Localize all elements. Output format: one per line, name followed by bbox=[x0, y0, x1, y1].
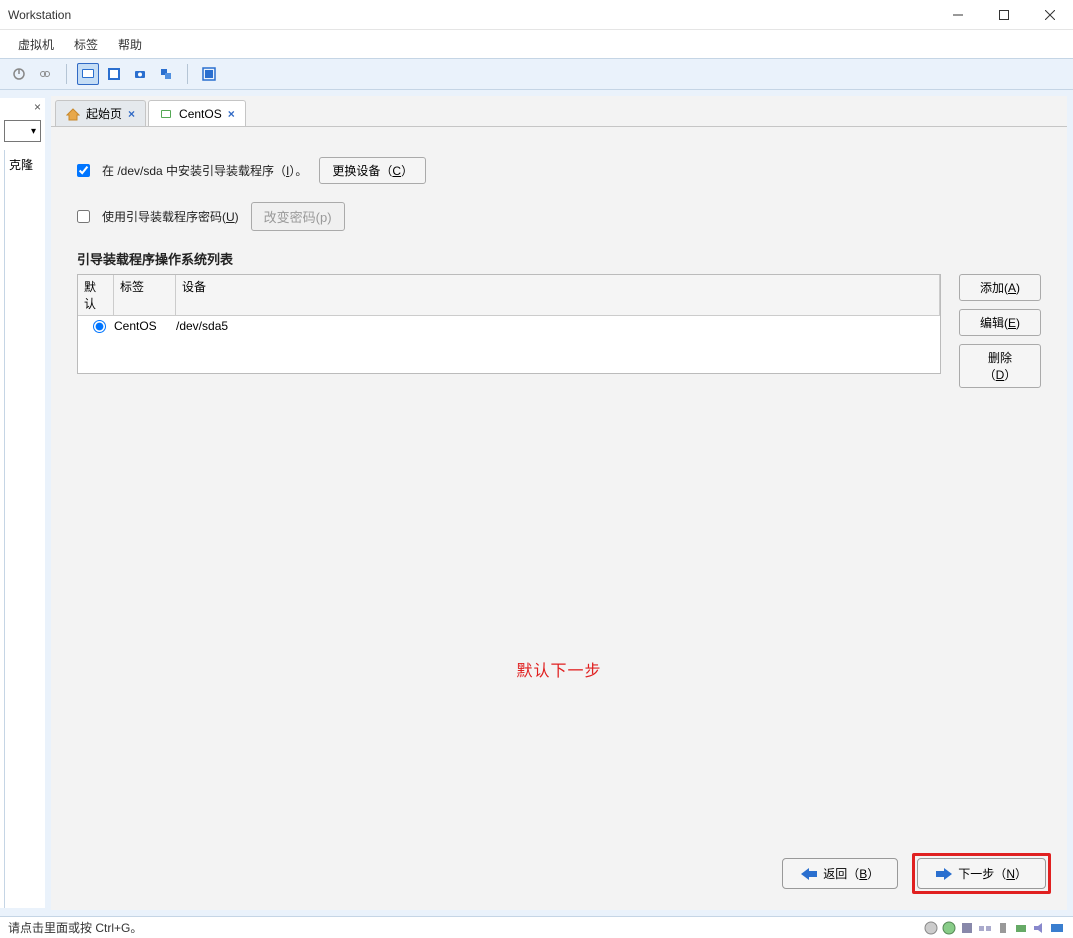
snapshot-icon bbox=[133, 67, 147, 81]
connect-icon bbox=[38, 67, 52, 81]
message-icon[interactable] bbox=[1049, 920, 1065, 936]
nav-buttons: 返回（B） 下一步（N） bbox=[782, 853, 1051, 894]
annotation-text: 默认下一步 bbox=[51, 657, 1067, 681]
menu-tabs[interactable]: 标签 bbox=[64, 34, 108, 55]
connect-button[interactable] bbox=[34, 63, 56, 85]
menubar: 虚拟机 标签 帮助 bbox=[0, 30, 1073, 58]
row-default-radio[interactable] bbox=[84, 320, 114, 333]
separator bbox=[66, 64, 67, 84]
row-label: CentOS bbox=[114, 319, 176, 333]
back-button[interactable]: 返回（B） bbox=[782, 858, 898, 889]
next-button[interactable]: 下一步（N） bbox=[917, 858, 1046, 889]
use-password-checkbox[interactable] bbox=[77, 210, 90, 223]
cdrom-icon[interactable] bbox=[941, 920, 957, 936]
menu-help[interactable]: 帮助 bbox=[108, 34, 152, 55]
col-label[interactable]: 标签 bbox=[114, 275, 176, 315]
library-tree: 克隆 bbox=[4, 150, 45, 908]
minimize-icon bbox=[953, 10, 963, 20]
table-row[interactable]: CentOS /dev/sda5 bbox=[78, 316, 940, 336]
window-title: Workstation bbox=[8, 8, 71, 22]
sound-icon[interactable] bbox=[1031, 920, 1047, 936]
view-console-button[interactable] bbox=[77, 63, 99, 85]
toolbar bbox=[0, 58, 1073, 90]
fullscreen-icon bbox=[202, 67, 216, 81]
menu-vm[interactable]: 虚拟机 bbox=[8, 34, 64, 55]
next-highlight: 下一步（N） bbox=[912, 853, 1051, 894]
install-bootloader-row: 在 /dev/sda 中安装引导装载程序（I）。 更换设备（C） bbox=[77, 157, 1041, 184]
tab-label: CentOS bbox=[179, 107, 222, 121]
tree-item-clone[interactable]: 克隆 bbox=[7, 154, 43, 175]
home-icon bbox=[66, 107, 80, 121]
status-text: 请点击里面或按 Ctrl+G。 bbox=[8, 919, 142, 936]
console-icon bbox=[81, 67, 95, 81]
installer-content: 在 /dev/sda 中安装引导装载程序（I）。 更换设备（C） 使用引导装载程… bbox=[51, 126, 1067, 910]
install-bootloader-label: 在 /dev/sda 中安装引导装载程序（I）。 bbox=[102, 162, 307, 179]
network-icon[interactable] bbox=[977, 920, 993, 936]
tab-strip: 起始页 × CentOS × bbox=[51, 96, 1067, 126]
arrow-left-icon bbox=[801, 868, 817, 880]
power-toggle-button[interactable] bbox=[8, 63, 30, 85]
floppy-icon[interactable] bbox=[959, 920, 975, 936]
close-icon bbox=[1045, 10, 1055, 20]
install-bootloader-checkbox[interactable] bbox=[77, 164, 90, 177]
change-device-button[interactable]: 更换设备（C） bbox=[319, 157, 426, 184]
power-icon bbox=[12, 67, 26, 81]
maximize-button[interactable] bbox=[981, 0, 1027, 30]
unity-icon bbox=[107, 67, 121, 81]
status-icons bbox=[923, 920, 1065, 936]
workspace: × ▾ 克隆 起始页 × CentOS × 在 /dev/sda 中安装引导装载… bbox=[0, 90, 1073, 916]
tab-centos[interactable]: CentOS × bbox=[148, 100, 246, 126]
use-password-row: 使用引导装载程序密码(U) 改变密码(p) bbox=[77, 202, 1041, 231]
use-password-label: 使用引导装载程序密码(U) bbox=[102, 208, 239, 225]
change-password-button: 改变密码(p) bbox=[251, 202, 345, 231]
col-device[interactable]: 设备 bbox=[176, 275, 940, 315]
tab-label: 起始页 bbox=[86, 105, 122, 122]
os-list-wrap: 默认 标签 设备 CentOS /dev/sda5 添加(A) bbox=[77, 274, 1041, 388]
view-unity-button[interactable] bbox=[103, 63, 125, 85]
usb-icon[interactable] bbox=[995, 920, 1011, 936]
close-button[interactable] bbox=[1027, 0, 1073, 30]
vm-icon bbox=[159, 107, 173, 121]
tab-home[interactable]: 起始页 × bbox=[55, 100, 146, 126]
table-side-buttons: 添加(A) 编辑(E) 删除（D） bbox=[959, 274, 1041, 388]
col-default[interactable]: 默认 bbox=[78, 275, 114, 315]
table-header: 默认 标签 设备 bbox=[78, 275, 940, 316]
library-combo[interactable]: ▾ bbox=[4, 120, 41, 142]
snapshot-button[interactable] bbox=[129, 63, 151, 85]
tab-close-icon[interactable]: × bbox=[228, 107, 235, 121]
window-titlebar: Workstation bbox=[0, 0, 1073, 30]
snapshot-manager-icon bbox=[159, 67, 173, 81]
arrow-right-icon bbox=[936, 868, 952, 880]
separator bbox=[187, 64, 188, 84]
disk-icon[interactable] bbox=[923, 920, 939, 936]
window-controls bbox=[935, 0, 1073, 30]
printer-icon[interactable] bbox=[1013, 920, 1029, 936]
edit-button[interactable]: 编辑(E) bbox=[959, 309, 1041, 336]
minimize-button[interactable] bbox=[935, 0, 981, 30]
statusbar: 请点击里面或按 Ctrl+G。 bbox=[0, 916, 1073, 938]
library-pane: × ▾ 克隆 bbox=[0, 98, 45, 908]
fullscreen-button[interactable] bbox=[198, 63, 220, 85]
os-list-title: 引导装载程序操作系统列表 bbox=[77, 249, 1041, 268]
pane-close-button[interactable]: × bbox=[0, 98, 45, 116]
delete-button[interactable]: 删除（D） bbox=[959, 344, 1041, 388]
editor-pane: 起始页 × CentOS × 在 /dev/sda 中安装引导装载程序（I）。 … bbox=[51, 96, 1067, 910]
snapshot-manager-button[interactable] bbox=[155, 63, 177, 85]
tab-close-icon[interactable]: × bbox=[128, 107, 135, 121]
row-device: /dev/sda5 bbox=[176, 319, 934, 333]
maximize-icon bbox=[999, 10, 1009, 20]
os-table: 默认 标签 设备 CentOS /dev/sda5 bbox=[77, 274, 941, 374]
add-button[interactable]: 添加(A) bbox=[959, 274, 1041, 301]
